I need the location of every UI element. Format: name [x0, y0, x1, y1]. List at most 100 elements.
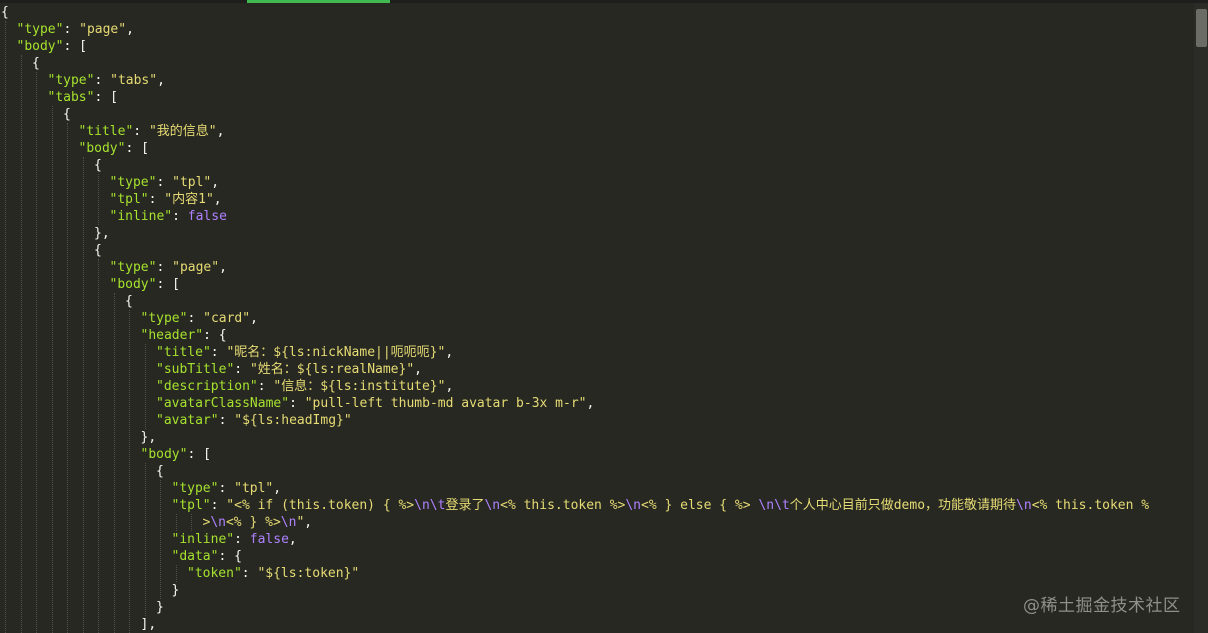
json-escape: \n — [210, 515, 226, 530]
indent-guide — [191, 514, 192, 531]
json-punct: }, — [94, 226, 110, 241]
json-string: "tabs" — [110, 73, 158, 88]
json-punct: , — [586, 396, 595, 411]
json-escape: \n — [484, 498, 501, 513]
json-punct: : — [172, 209, 188, 224]
json-string: "page" — [172, 260, 220, 275]
json-punct: { — [94, 243, 102, 258]
code-line: "type": "card", — [141, 310, 258, 327]
indent-guide — [82, 157, 84, 633]
code-line: "title": "昵名：${ls:nickName||呃呃呃}", — [156, 344, 453, 361]
code-line: "header": { — [141, 327, 227, 344]
json-escape: \n — [625, 498, 642, 513]
json-key: "type" — [16, 22, 64, 37]
indent-guide — [98, 259, 99, 633]
json-key: "tpl" — [171, 498, 211, 513]
indent-guide — [144, 344, 146, 429]
json-string: "内容1" — [164, 192, 214, 207]
json-string: 个人中心目前只做demo，功能敬请期待 — [789, 498, 1017, 513]
json-punct: : [ — [94, 90, 118, 105]
indent-guide — [175, 514, 177, 531]
json-string: "page" — [79, 22, 127, 37]
code-line: "body": [ — [17, 38, 87, 55]
json-key: "description" — [156, 379, 258, 394]
code-line: "data": { — [172, 548, 242, 565]
code-line: "type": "tpl", — [172, 480, 282, 497]
json-punct: { — [32, 56, 40, 71]
json-punct: : — [156, 175, 173, 190]
indent-guide — [36, 72, 37, 633]
json-punct: , — [216, 124, 225, 139]
vertical-scrollbar[interactable] — [1194, 3, 1208, 633]
json-punct: : { — [218, 549, 242, 564]
json-string: 登录了 — [445, 498, 485, 513]
code-line: { — [94, 242, 102, 259]
json-punct: { — [94, 158, 102, 173]
code-line: "title": "我的信息", — [79, 123, 225, 140]
json-punct: { — [125, 294, 133, 309]
json-punct: , — [219, 260, 227, 275]
json-punct: : — [133, 124, 149, 139]
json-key: "inline" — [171, 532, 235, 547]
code-line: { — [63, 106, 71, 123]
json-punct: , — [250, 311, 258, 326]
indent-guide — [160, 480, 161, 599]
code-line: "inline": false — [110, 208, 227, 225]
json-string: "姓名：${ls:realName}" — [249, 362, 415, 377]
json-key: "body" — [140, 447, 188, 462]
indent-guide — [5, 21, 6, 633]
json-string: "昵名：${ls:nickName||呃呃呃}" — [226, 345, 446, 360]
json-key: "type" — [171, 481, 219, 496]
code-line: "type": "tabs", — [48, 72, 165, 89]
json-punct: : — [257, 379, 274, 394]
code-line: { — [94, 157, 102, 174]
code-line: "inline": false, — [172, 531, 297, 548]
json-string: "tpl" — [172, 175, 212, 190]
code-line: "avatar": "${ls:headImg}" — [156, 412, 352, 429]
json-punct: ], — [140, 617, 157, 632]
watermark: @稀土掘金技术社区 — [1023, 596, 1181, 616]
code-line: "description": "信息：${ls:institute}", — [156, 378, 453, 395]
code-line: "tabs": [ — [48, 89, 118, 106]
json-key: "body" — [78, 141, 126, 156]
json-punct: , — [273, 481, 282, 496]
json-punct: : [ — [63, 39, 87, 54]
code-line: "token": "${ls:token}" — [187, 565, 359, 582]
json-punct: : — [94, 73, 111, 88]
json-key: "type" — [47, 73, 95, 88]
indent-guide — [144, 463, 146, 616]
json-key: "body" — [109, 277, 157, 292]
scrollbar-thumb[interactable] — [1196, 9, 1207, 47]
code-line: ], — [141, 616, 157, 633]
code-line: "type": "page", — [17, 21, 134, 38]
json-punct: }, — [140, 430, 157, 445]
json-punct: : — [289, 396, 305, 411]
code-line: "tpl": "<% if (this.token) { %>\n\t登录了\n… — [172, 497, 1150, 514]
json-string: "${ls:token}" — [257, 566, 360, 581]
json-escape: \n — [1016, 498, 1032, 513]
json-string: "${ls:headImg}" — [234, 413, 352, 428]
code-line: "avatarClassName": "pull-left thumb-md a… — [156, 395, 594, 412]
json-key: "inline" — [109, 209, 173, 224]
code-line: { — [156, 463, 164, 480]
code-line: }, — [94, 225, 110, 242]
json-string: <% this.token %> — [500, 498, 626, 513]
json-key: "type" — [140, 311, 188, 326]
code-line: "tpl": "内容1", — [110, 191, 222, 208]
json-punct: : — [210, 498, 227, 513]
json-punct: { — [63, 107, 71, 122]
json-key: "tabs" — [47, 90, 95, 105]
code-line: }, — [141, 429, 157, 446]
json-punct: , — [126, 22, 134, 37]
json-punct: : [ — [156, 277, 180, 292]
json-punct: : — [234, 362, 250, 377]
json-punct: , — [445, 345, 454, 360]
code-editor[interactable]: {"type": "page", "body": [{"type": "tabs"… — [0, 3, 1194, 633]
json-punct: : — [218, 481, 235, 496]
indent-guide — [20, 55, 22, 633]
code-line: { — [32, 55, 40, 72]
json-punct: , — [288, 532, 297, 547]
json-key: "title" — [78, 124, 134, 139]
json-key: "data" — [171, 549, 219, 564]
json-key: "avatarClassName" — [156, 396, 290, 411]
